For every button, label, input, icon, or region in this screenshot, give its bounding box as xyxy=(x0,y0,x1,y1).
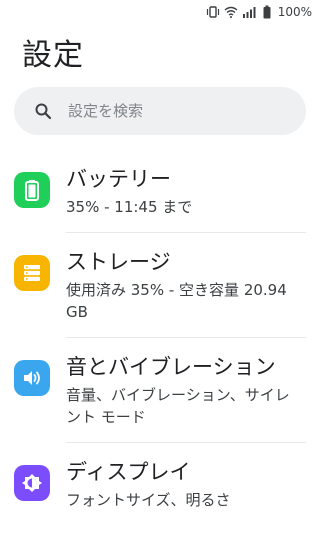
search-bar[interactable] xyxy=(14,87,306,135)
battery-icon xyxy=(260,5,274,19)
item-title: ディスプレイ xyxy=(66,460,191,484)
item-summary: 使用済み 35% - 空き容量 20.94 GB xyxy=(66,281,287,321)
settings-item-display[interactable]: ディスプレイ フォントサイズ、明るさ xyxy=(0,443,320,525)
battery-icon xyxy=(14,172,50,208)
search-icon xyxy=(34,102,52,120)
settings-item-sound[interactable]: 音とバイブレーション 音量、バイブレーション、サイレント モード xyxy=(0,338,320,442)
item-summary: 35% - 11:45 まで xyxy=(66,198,193,216)
status-bar: 100% xyxy=(0,0,320,24)
settings-item-storage[interactable]: ストレージ 使用済み 35% - 空き容量 20.94 GB xyxy=(0,233,320,337)
item-title: 音とバイブレーション xyxy=(66,355,276,379)
vibrate-icon xyxy=(206,5,220,19)
settings-item-battery[interactable]: バッテリー 35% - 11:45 まで xyxy=(0,150,320,232)
volume-icon xyxy=(14,360,50,396)
settings-list: バッテリー 35% - 11:45 まで ストレージ 使用済み 35% - 空き… xyxy=(0,150,320,525)
signal-icon xyxy=(242,5,256,19)
item-summary: 音量、バイブレーション、サイレント モード xyxy=(66,386,290,426)
brightness-icon xyxy=(14,465,50,501)
item-title: ストレージ xyxy=(66,250,171,274)
search-input[interactable] xyxy=(66,101,270,121)
wifi-icon xyxy=(224,5,238,19)
item-summary: フォントサイズ、明るさ xyxy=(66,491,231,509)
item-title: バッテリー xyxy=(66,167,171,191)
storage-icon xyxy=(14,255,50,291)
battery-percent: 100% xyxy=(277,5,312,19)
page-title: 設定 xyxy=(22,38,84,73)
